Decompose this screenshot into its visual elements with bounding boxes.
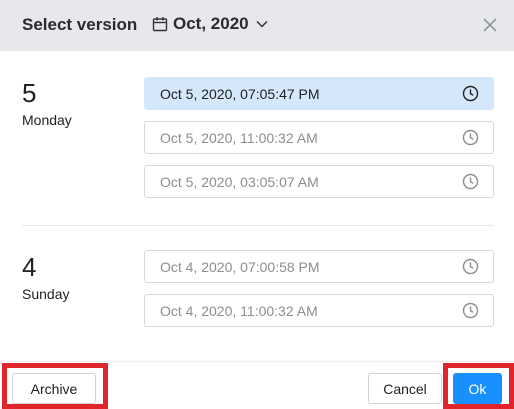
day-number: 5 <box>22 78 37 108</box>
clock-icon <box>462 85 479 102</box>
month-label: Oct, 2020 <box>173 14 249 33</box>
footer-divider <box>0 361 514 362</box>
dialog-title: Select version <box>22 15 138 34</box>
archive-button[interactable]: Archive <box>12 373 96 404</box>
version-time: Oct 5, 2020, 03:05:07 AM <box>160 173 319 190</box>
weekday-label: Sunday <box>22 286 70 302</box>
version-slot[interactable]: Oct 4, 2020, 07:00:58 PM <box>144 250 494 283</box>
group-divider <box>22 225 494 226</box>
version-slot[interactable]: Oct 4, 2020, 11:00:32 AM <box>144 294 494 327</box>
version-time: Oct 5, 2020, 07:05:47 PM <box>160 85 320 102</box>
chevron-down-icon <box>256 20 268 28</box>
version-slot[interactable]: Oct 5, 2020, 11:00:32 AM <box>144 121 494 154</box>
version-time: Oct 5, 2020, 11:00:32 AM <box>160 129 318 146</box>
version-time: Oct 4, 2020, 11:00:32 AM <box>160 302 318 319</box>
clock-icon <box>462 258 479 275</box>
version-time: Oct 4, 2020, 07:00:58 PM <box>160 258 320 275</box>
clock-icon <box>462 173 479 190</box>
version-slot[interactable]: Oct 5, 2020, 03:05:07 AM <box>144 165 494 198</box>
day-header: 5 Monday <box>22 80 72 128</box>
day-header: 4 Sunday <box>22 254 69 302</box>
month-picker[interactable]: Oct, 2020 <box>152 14 269 34</box>
calendar-icon <box>152 17 168 32</box>
ok-button[interactable]: Ok <box>453 373 502 404</box>
cancel-button[interactable]: Cancel <box>368 373 442 404</box>
clock-icon <box>462 129 479 146</box>
weekday-label: Monday <box>22 112 72 128</box>
day-number: 4 <box>22 252 37 282</box>
version-slot[interactable]: Oct 5, 2020, 07:05:47 PM <box>144 77 494 110</box>
clock-icon <box>462 302 479 319</box>
dialog-header: Select version Oct, 2020 <box>0 0 514 51</box>
close-icon[interactable] <box>482 17 498 33</box>
